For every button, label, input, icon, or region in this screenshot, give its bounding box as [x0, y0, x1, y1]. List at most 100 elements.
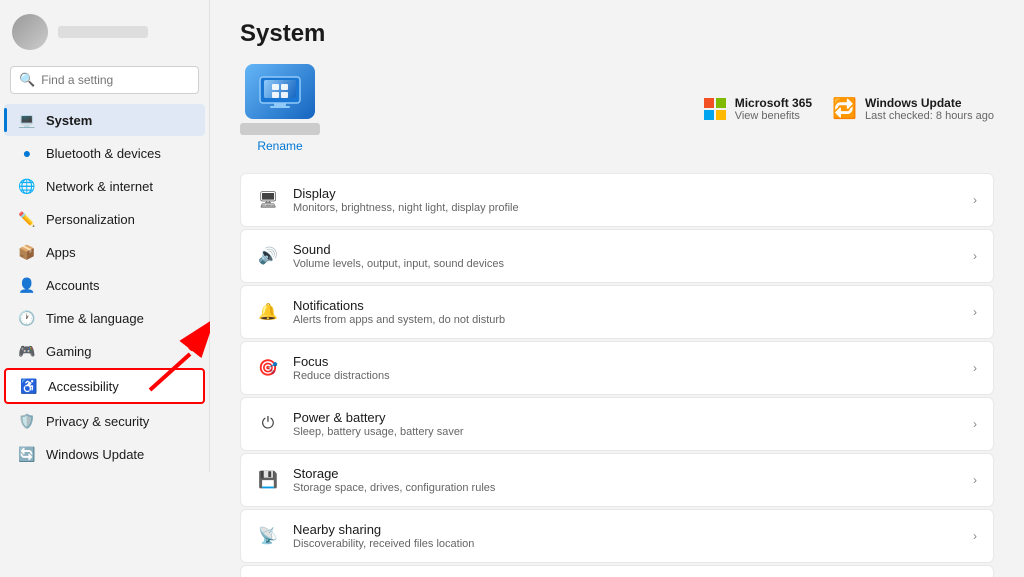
system-icon: 💻 — [18, 111, 36, 129]
main-content: System — [210, 0, 1024, 577]
pc-name-placeholder — [240, 123, 320, 135]
sidebar-item-label: Windows Update — [46, 447, 144, 462]
ms365-texts: Microsoft 365 View benefits — [735, 96, 812, 122]
sidebar-item-accounts[interactable]: 👤 Accounts — [4, 269, 205, 301]
sidebar-item-label: System — [46, 113, 92, 128]
winupdate-sub: Last checked: 8 hours ago — [865, 110, 994, 122]
nearby-icon: 📡 — [257, 525, 279, 547]
settings-item-multitasking[interactable]: ⬜ Multitasking Snap windows, desktops, t… — [240, 565, 994, 577]
system-header: Rename Microsoft 365 — [240, 64, 994, 153]
power-icon: ⏻ — [257, 413, 279, 435]
search-icon: 🔍 — [19, 72, 35, 88]
sound-chevron: › — [973, 249, 977, 263]
sidebar-item-label: Bluetooth & devices — [46, 146, 161, 161]
focus-sub: Reduce distractions — [293, 370, 959, 382]
settings-item-notifications[interactable]: 🔔 Notifications Alerts from apps and sys… — [240, 285, 994, 339]
notifications-icon: 🔔 — [257, 301, 279, 323]
notifications-sub: Alerts from apps and system, do not dist… — [293, 314, 959, 326]
winupdate-header-button[interactable]: 🔁 Windows Update Last checked: 8 hours a… — [832, 96, 994, 122]
focus-text: Focus Reduce distractions — [293, 354, 959, 382]
settings-item-nearby[interactable]: 📡 Nearby sharing Discoverability, receiv… — [240, 509, 994, 563]
sidebar-item-system[interactable]: 💻 System — [4, 104, 205, 136]
notifications-text: Notifications Alerts from apps and syste… — [293, 298, 959, 326]
sidebar-item-label: Privacy & security — [46, 414, 149, 429]
focus-chevron: › — [973, 361, 977, 375]
sidebar: 🔍 💻 System ● Bluetooth & devices 🌐 — [0, 0, 210, 472]
rename-button[interactable]: Rename — [257, 139, 302, 153]
settings-item-power[interactable]: ⏻ Power & battery Sleep, battery usage, … — [240, 397, 994, 451]
notifications-chevron: › — [973, 305, 977, 319]
search-input[interactable] — [41, 73, 190, 87]
storage-title: Storage — [293, 466, 959, 481]
display-text: Display Monitors, brightness, night ligh… — [293, 186, 959, 214]
winupdate-header-icon: 🔁 — [832, 96, 857, 121]
sidebar-item-apps[interactable]: 📦 Apps — [4, 236, 205, 268]
network-icon: 🌐 — [18, 177, 36, 195]
focus-icon: 🎯 — [257, 357, 279, 379]
storage-chevron: › — [973, 473, 977, 487]
nearby-title: Nearby sharing — [293, 522, 959, 537]
apps-icon: 📦 — [18, 243, 36, 261]
sidebar-item-gaming[interactable]: 🎮 Gaming — [4, 335, 205, 367]
time-icon: 🕐 — [18, 309, 36, 327]
power-title: Power & battery — [293, 410, 959, 425]
ms365-sub: View benefits — [735, 110, 812, 122]
profile-name-placeholder — [58, 26, 148, 38]
sidebar-item-bluetooth[interactable]: ● Bluetooth & devices — [4, 137, 205, 169]
power-text: Power & battery Sleep, battery usage, ba… — [293, 410, 959, 438]
display-icon: 🖥 — [257, 189, 279, 211]
privacy-icon: 🛡️ — [18, 412, 36, 430]
settings-item-focus[interactable]: 🎯 Focus Reduce distractions › — [240, 341, 994, 395]
sound-icon: 🔊 — [257, 245, 279, 267]
sidebar-item-winupdate[interactable]: 🔄 Windows Update — [4, 438, 205, 470]
sidebar-item-label: Accessibility — [48, 379, 119, 394]
display-sub: Monitors, brightness, night light, displ… — [293, 202, 959, 214]
sidebar-item-accessibility[interactable]: ♿ Accessibility — [4, 368, 205, 404]
winupdate-icon: 🔄 — [18, 445, 36, 463]
sidebar-nav: 💻 System ● Bluetooth & devices 🌐 Network… — [0, 102, 209, 472]
focus-title: Focus — [293, 354, 959, 369]
page-title: System — [240, 20, 994, 48]
accessibility-icon: ♿ — [20, 377, 38, 395]
sidebar-item-label: Network & internet — [46, 179, 153, 194]
sidebar-item-network[interactable]: 🌐 Network & internet — [4, 170, 205, 202]
search-box[interactable]: 🔍 — [10, 66, 199, 94]
gaming-icon: 🎮 — [18, 342, 36, 360]
sidebar-item-label: Accounts — [46, 278, 99, 293]
notifications-title: Notifications — [293, 298, 959, 313]
display-title: Display — [293, 186, 959, 201]
sidebar-item-privacy[interactable]: 🛡️ Privacy & security — [4, 405, 205, 437]
sidebar-item-label: Time & language — [46, 311, 144, 326]
storage-sub: Storage space, drives, configuration rul… — [293, 482, 959, 494]
storage-text: Storage Storage space, drives, configura… — [293, 466, 959, 494]
bluetooth-icon: ● — [18, 144, 36, 162]
sidebar-item-label: Gaming — [46, 344, 92, 359]
display-chevron: › — [973, 193, 977, 207]
settings-item-sound[interactable]: 🔊 Sound Volume levels, output, input, so… — [240, 229, 994, 283]
sidebar-profile — [0, 0, 209, 60]
sidebar-item-personalization[interactable]: ✏️ Personalization — [4, 203, 205, 235]
sound-sub: Volume levels, output, input, sound devi… — [293, 258, 959, 270]
settings-item-display[interactable]: 🖥 Display Monitors, brightness, night li… — [240, 173, 994, 227]
settings-item-storage[interactable]: 💾 Storage Storage space, drives, configu… — [240, 453, 994, 507]
winupdate-title: Windows Update — [865, 96, 994, 110]
nearby-chevron: › — [973, 529, 977, 543]
header-actions: Microsoft 365 View benefits 🔁 Windows Up… — [703, 96, 994, 122]
sidebar-item-label: Apps — [46, 245, 76, 260]
sound-text: Sound Volume levels, output, input, soun… — [293, 242, 959, 270]
sidebar-item-time[interactable]: 🕐 Time & language — [4, 302, 205, 334]
ms365-icon — [703, 97, 727, 121]
sidebar-item-label: Personalization — [46, 212, 135, 227]
power-sub: Sleep, battery usage, battery saver — [293, 426, 959, 438]
nearby-sub: Discoverability, received files location — [293, 538, 959, 550]
storage-icon: 💾 — [257, 469, 279, 491]
power-chevron: › — [973, 417, 977, 431]
ms365-button[interactable]: Microsoft 365 View benefits — [703, 96, 812, 122]
nearby-text: Nearby sharing Discoverability, received… — [293, 522, 959, 550]
avatar — [12, 14, 48, 50]
winupdate-texts: Windows Update Last checked: 8 hours ago — [865, 96, 994, 122]
sound-title: Sound — [293, 242, 959, 257]
ms365-title: Microsoft 365 — [735, 96, 812, 110]
pc-icon — [245, 64, 315, 119]
accounts-icon: 👤 — [18, 276, 36, 294]
